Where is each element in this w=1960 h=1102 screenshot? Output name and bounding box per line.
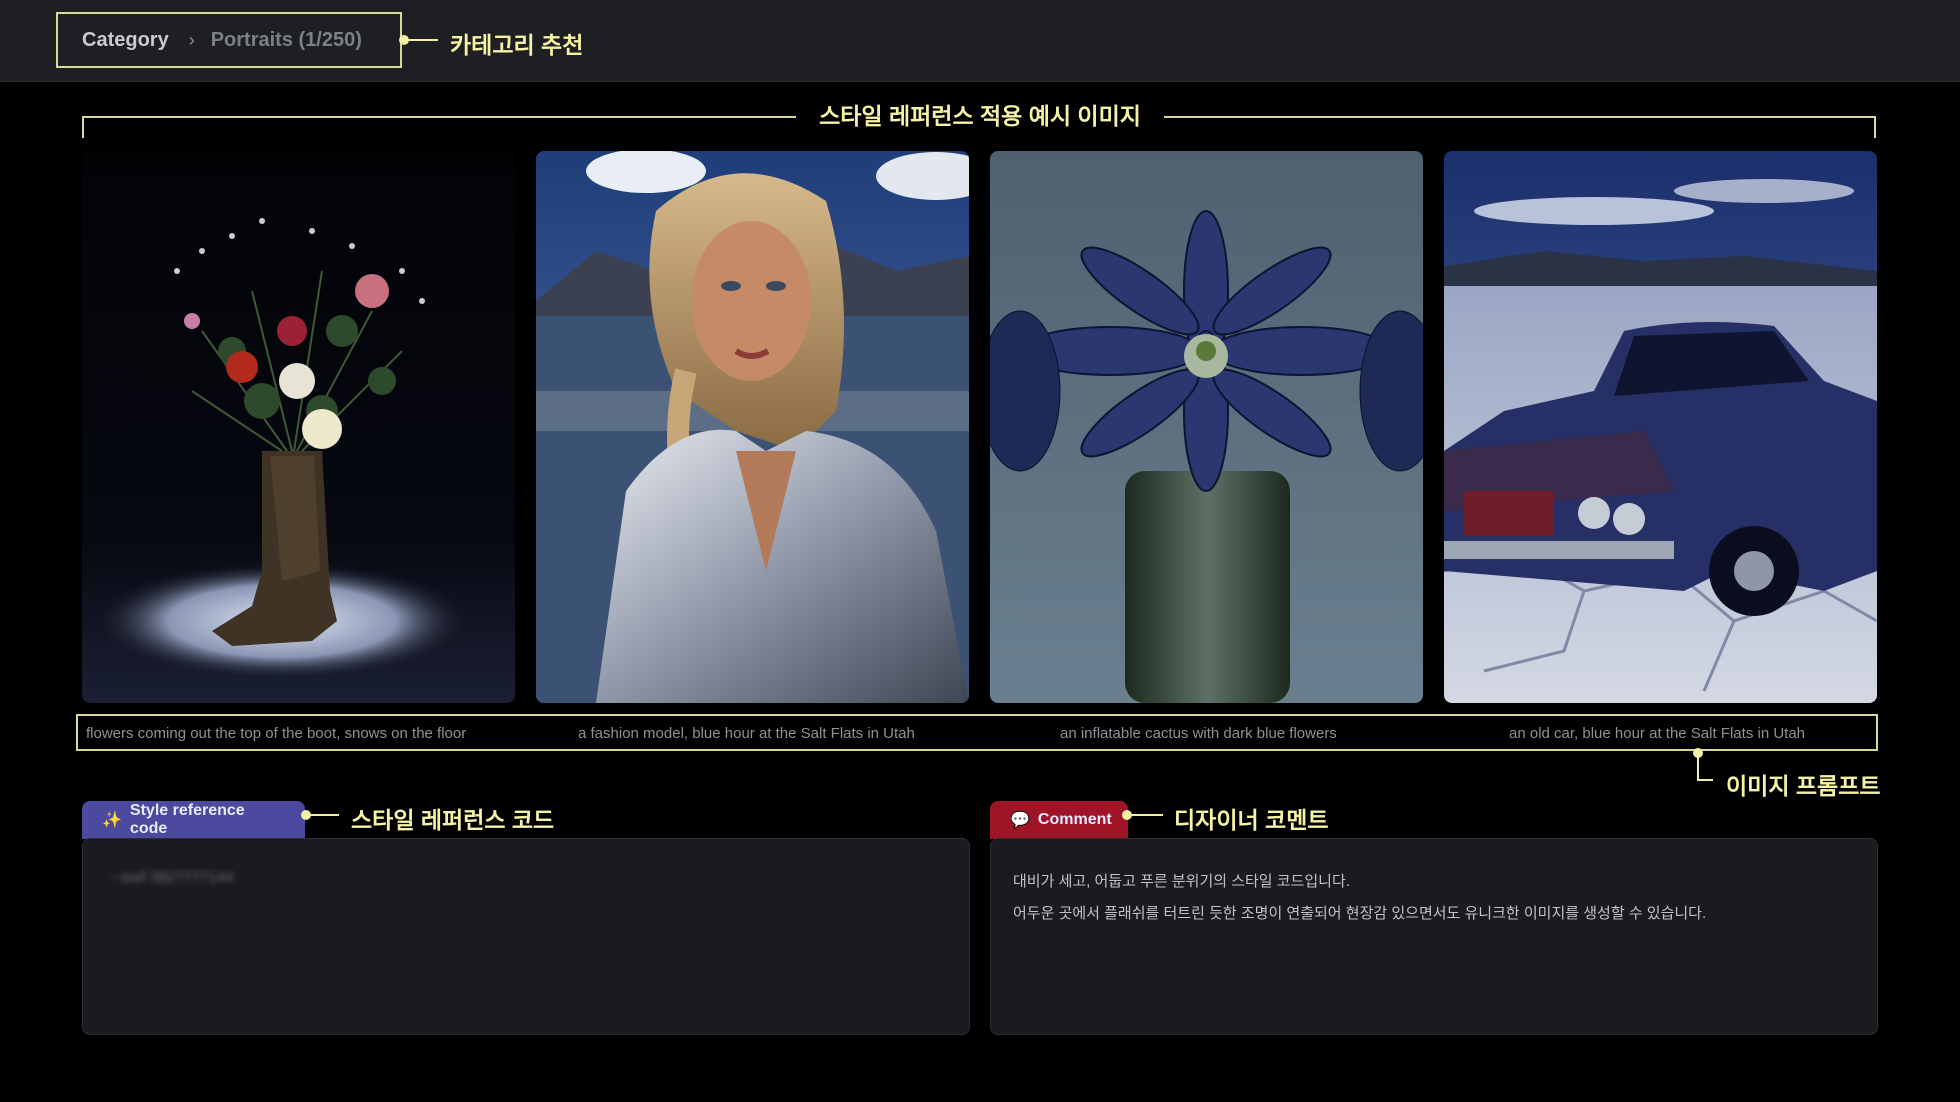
fashion-model-image [536,151,969,703]
prompt-text-3: an inflatable cactus with dark blue flow… [1060,725,1337,742]
prompt-text-2: a fashion model, blue hour at the Salt F… [578,725,915,742]
prompt-text-4: an old car, blue hour at the Salt Flats … [1509,725,1806,742]
comment-line-1: 대비가 세고, 어둡고 푸른 분위기의 스타일 코드입니다. [1013,873,1350,890]
section-title: 스타일 레퍼런스 적용 예시 이미지 [796,98,1164,134]
annotation-image-prompt: 이미지 프롬프트 [1726,773,1881,799]
gallery-image-boot[interactable] [82,151,515,703]
gallery-image-model[interactable] [536,151,969,703]
annotation-line [1697,779,1713,781]
example-gallery [82,151,1877,703]
style-reference-panel: --sref 3827777144 [82,838,970,1035]
boot-flowers-image [82,151,515,703]
annotation-style-reference-code: 스타일 레퍼런스 코드 [351,807,555,833]
prompt-text-1: flowers coming out the top of the boot, … [86,725,467,742]
old-car-image [1444,151,1877,703]
annotation-category-recommend: 카테고리 추천 [450,32,584,58]
tab-comment[interactable]: 💬 Comment [990,801,1128,839]
prompt-bar: flowers coming out the top of the boot, … [76,714,1878,751]
annotation-designer-comment: 디자이너 코멘트 [1174,807,1329,833]
tab-comment-label: Comment [1037,811,1112,828]
breadcrumb: Category › Portraits (1/250) [56,12,402,68]
style-reference-code[interactable]: --sref 3827777144 [111,869,234,886]
annotation-line [1697,756,1699,780]
breadcrumb-category[interactable]: Category [82,29,169,52]
breadcrumb-separator: › [188,29,195,50]
tab-style-reference-label: Style reference code [129,802,245,837]
gallery-image-cactus[interactable] [990,151,1423,703]
gallery-image-car[interactable] [1444,151,1877,703]
annotation-line [1127,814,1163,816]
annotation-line [404,39,438,41]
comment-panel: 대비가 세고, 어둡고 푸른 분위기의 스타일 코드입니다. 어두운 곳에서 플… [990,838,1878,1035]
chat-bubble-icon: 💬 [1010,812,1030,829]
breadcrumb-current[interactable]: Portraits (1/250) [211,29,362,52]
cactus-flowers-image [990,151,1423,703]
annotation-line [306,814,339,816]
tab-style-reference[interactable]: ✨ Style reference code [82,801,305,839]
sparkles-icon: ✨ [102,812,122,829]
comment-line-2: 어두운 곳에서 플래쉬를 터트린 듯한 조명이 연출되어 현장감 있으면서도 유… [1013,905,1707,922]
top-bar: Category › Portraits (1/250) [0,0,1960,82]
